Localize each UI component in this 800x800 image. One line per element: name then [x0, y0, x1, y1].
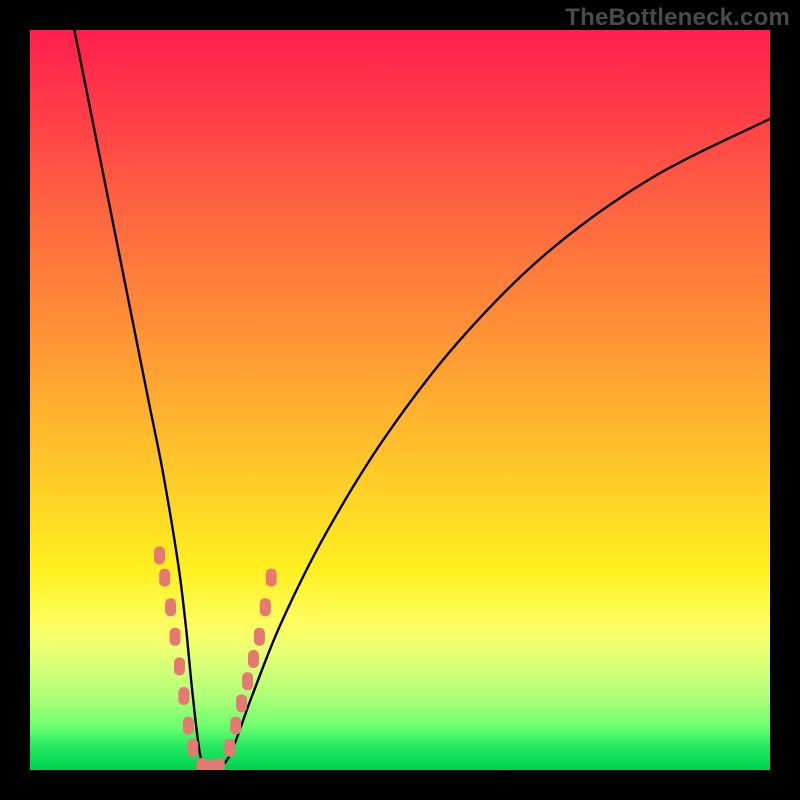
plot-area — [30, 30, 770, 770]
marker-dot — [224, 739, 235, 757]
marker-dot — [214, 758, 225, 770]
marker-dot — [154, 546, 165, 564]
marker-dot — [254, 628, 265, 646]
marker-dot — [242, 672, 253, 690]
marker-dot — [170, 628, 181, 646]
marker-dot — [236, 694, 247, 712]
marker-dot — [187, 739, 198, 757]
marker-dot — [260, 598, 271, 616]
marker-dot — [165, 598, 176, 616]
marker-dot — [230, 717, 241, 735]
chart-frame: TheBottleneck.com — [0, 0, 800, 800]
marker-dot — [183, 717, 194, 735]
marker-dot — [178, 687, 189, 705]
marker-dot — [174, 657, 185, 675]
marker-dot — [248, 650, 259, 668]
curve-markers — [154, 546, 277, 770]
watermark-text: TheBottleneck.com — [565, 4, 790, 32]
marker-dot — [159, 569, 170, 587]
marker-dot — [266, 569, 277, 587]
curve-layer — [30, 30, 770, 770]
